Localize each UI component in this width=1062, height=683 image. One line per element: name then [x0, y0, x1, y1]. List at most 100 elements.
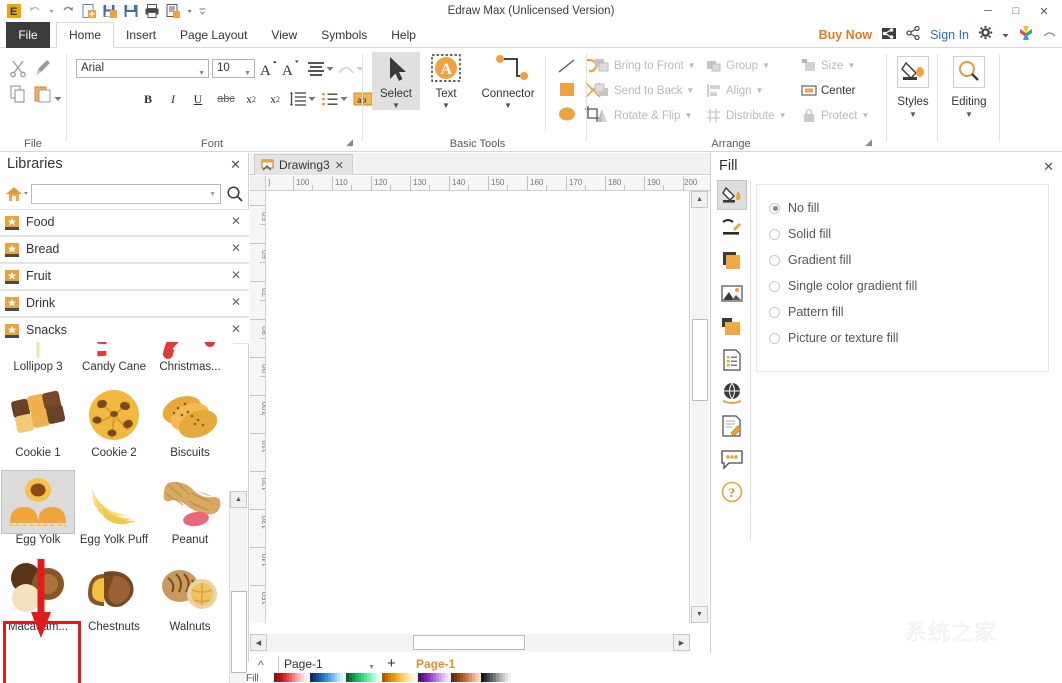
curve-text-button[interactable] — [337, 60, 355, 77]
minimize-button[interactable]: ─ — [974, 1, 1002, 21]
paste-icon[interactable] — [33, 84, 53, 104]
text-tool-dropdown-icon[interactable]: ▼ — [422, 101, 470, 110]
menu-item-help[interactable]: Help — [379, 22, 428, 48]
buy-now-button[interactable]: Buy Now — [819, 28, 872, 42]
bullets-button[interactable] — [321, 88, 339, 110]
shape-item-chestnuts[interactable]: Chestnuts — [76, 558, 152, 633]
sign-in-button[interactable]: Sign In — [930, 28, 969, 42]
library-category-drink[interactable]: Drink ✕ — [0, 290, 249, 317]
select-tool-button[interactable]: Select ▼ — [372, 52, 420, 110]
text-align-button[interactable] — [307, 60, 325, 77]
font-dialog-launcher[interactable]: ◢ — [346, 137, 353, 148]
send-to-back-button[interactable]: Send to Back ▼ — [594, 83, 694, 98]
home-icon[interactable] — [4, 184, 30, 204]
center-button[interactable]: Center — [801, 83, 856, 98]
ellipse-tool-icon[interactable] — [556, 104, 578, 124]
library-category-close-icon[interactable]: ✕ — [231, 322, 241, 336]
layers-icon[interactable] — [717, 312, 747, 342]
library-category-close-icon[interactable]: ✕ — [231, 214, 241, 228]
comment-icon[interactable] — [717, 444, 747, 474]
bring-to-front-button[interactable]: Bring to Front ▼ — [594, 58, 696, 73]
subscript-button[interactable]: x2 — [241, 88, 261, 110]
shape-item-lollipop-3[interactable]: Lollipop 3 — [0, 342, 76, 373]
shape-item-cookie-1[interactable]: Cookie 1 — [0, 384, 76, 459]
radio-button[interactable] — [769, 202, 780, 214]
shape-item-candy-cane[interactable]: Candy Cane — [76, 342, 152, 373]
editing-button[interactable]: Editing ▼ — [939, 56, 999, 119]
fill-option-picture-or-texture-fill[interactable]: Picture or texture fill — [769, 327, 898, 349]
strikethrough-button[interactable]: abc — [214, 88, 238, 110]
format-painter-icon[interactable] — [33, 58, 53, 78]
fill-option-single-color-gradient-fill[interactable]: Single color gradient fill — [769, 275, 917, 297]
help-icon[interactable]: ? — [717, 477, 747, 507]
styles-button[interactable]: Styles ▼ — [888, 56, 938, 119]
size-button[interactable]: Size ▼ — [801, 58, 855, 73]
edraw-apps-icon[interactable] — [1018, 25, 1034, 46]
fill-option-solid-fill[interactable]: Solid fill — [769, 223, 831, 245]
fill-option-pattern-fill[interactable]: Pattern fill — [769, 301, 844, 323]
styles-dropdown-icon[interactable]: ▼ — [888, 110, 938, 119]
chevron-up-icon[interactable]: ^ — [258, 658, 264, 672]
library-category-bread[interactable]: Bread ✕ — [0, 236, 249, 263]
search-icon[interactable] — [226, 185, 244, 203]
line-pen-icon[interactable] — [717, 213, 747, 243]
fill-bucket-icon[interactable] — [717, 180, 747, 210]
superscript-button[interactable]: x2 — [265, 88, 285, 110]
protect-button[interactable]: Protect ▼ — [801, 108, 869, 123]
menu-item-insert[interactable]: Insert — [114, 22, 168, 48]
rectangle-tool-icon[interactable] — [556, 80, 578, 100]
connector-tool-button[interactable]: Connector ▼ — [468, 52, 548, 110]
library-category-close-icon[interactable]: ✕ — [231, 268, 241, 282]
library-category-food[interactable]: Food ✕ — [0, 209, 249, 236]
palette-swatch[interactable] — [508, 673, 511, 682]
hyperlink-globe-icon[interactable] — [717, 378, 747, 408]
scrollbar-thumb[interactable] — [692, 319, 708, 401]
shape-item-egg-yolk[interactable]: Egg Yolk — [0, 470, 76, 546]
scroll-left-button[interactable]: ◀ — [250, 634, 267, 651]
fill-panel-close-button[interactable]: ✕ — [1043, 159, 1054, 175]
menu-item-home[interactable]: Home — [56, 22, 115, 48]
shape-item-egg-yolk-puff[interactable]: Egg Yolk Puff — [76, 471, 152, 546]
shape-item-christmas[interactable]: Christmas... — [152, 342, 228, 373]
cut-icon[interactable] — [8, 58, 28, 78]
horizontal-ruler[interactable]: ) 100 110 120 130 140 150 160 170 180 19… — [266, 176, 710, 191]
scrollbar-thumb[interactable] — [413, 635, 525, 650]
picture-icon[interactable] — [717, 279, 747, 309]
menu-item-page-layout[interactable]: Page Layout — [168, 22, 259, 48]
copy-icon[interactable] — [8, 84, 28, 104]
scroll-right-button[interactable]: ▶ — [673, 634, 690, 651]
library-category-close-icon[interactable]: ✕ — [231, 295, 241, 309]
scroll-up-button[interactable]: ▲ — [230, 491, 247, 508]
text-align-dropdown-icon[interactable] — [326, 65, 334, 73]
line-spacing-dropdown-icon[interactable] — [308, 88, 316, 110]
font-name-combobox[interactable]: Arial ▼ — [76, 59, 209, 78]
radio-button[interactable] — [769, 306, 780, 318]
close-button[interactable]: ✕ — [1030, 1, 1058, 21]
italic-button[interactable]: I — [164, 88, 182, 110]
group-button[interactable]: Group ▼ — [706, 58, 770, 73]
maximize-button[interactable]: □ — [1002, 1, 1030, 21]
note-edit-icon[interactable] — [717, 411, 747, 441]
document-list-icon[interactable] — [717, 345, 747, 375]
arrange-dialog-launcher[interactable]: ◢ — [865, 137, 872, 148]
radio-button[interactable] — [769, 228, 780, 240]
library-category-fruit[interactable]: Fruit ✕ — [0, 263, 249, 290]
line-tool-icon[interactable] — [556, 56, 578, 76]
vertical-ruler[interactable]: 50 60 70 80 90 100 110 120 130 140 150 1… — [250, 191, 266, 623]
underline-button[interactable]: U — [189, 88, 207, 110]
menu-item-view[interactable]: View — [259, 22, 309, 48]
shadow-icon[interactable] — [717, 246, 747, 276]
cloud-icon[interactable] — [881, 26, 897, 45]
fill-option-no-fill[interactable]: No fill — [769, 197, 819, 219]
fill-option-gradient-fill[interactable]: Gradient fill — [769, 249, 851, 271]
menu-item-symbols[interactable]: Symbols — [309, 22, 379, 48]
shape-item-peanut[interactable]: Peanut — [152, 471, 228, 546]
menu-item-file[interactable]: File — [6, 22, 50, 48]
library-category-snacks[interactable]: Snacks ✕ — [0, 317, 249, 344]
shape-item-walnuts[interactable]: Walnuts — [152, 558, 228, 633]
distribute-button[interactable]: Distribute ▼ — [706, 108, 787, 123]
libraries-close-button[interactable]: ✕ — [230, 157, 241, 173]
share-icon[interactable] — [906, 25, 921, 45]
library-category-close-icon[interactable]: ✕ — [231, 241, 241, 255]
collapse-ribbon-icon[interactable] — [1043, 26, 1056, 44]
